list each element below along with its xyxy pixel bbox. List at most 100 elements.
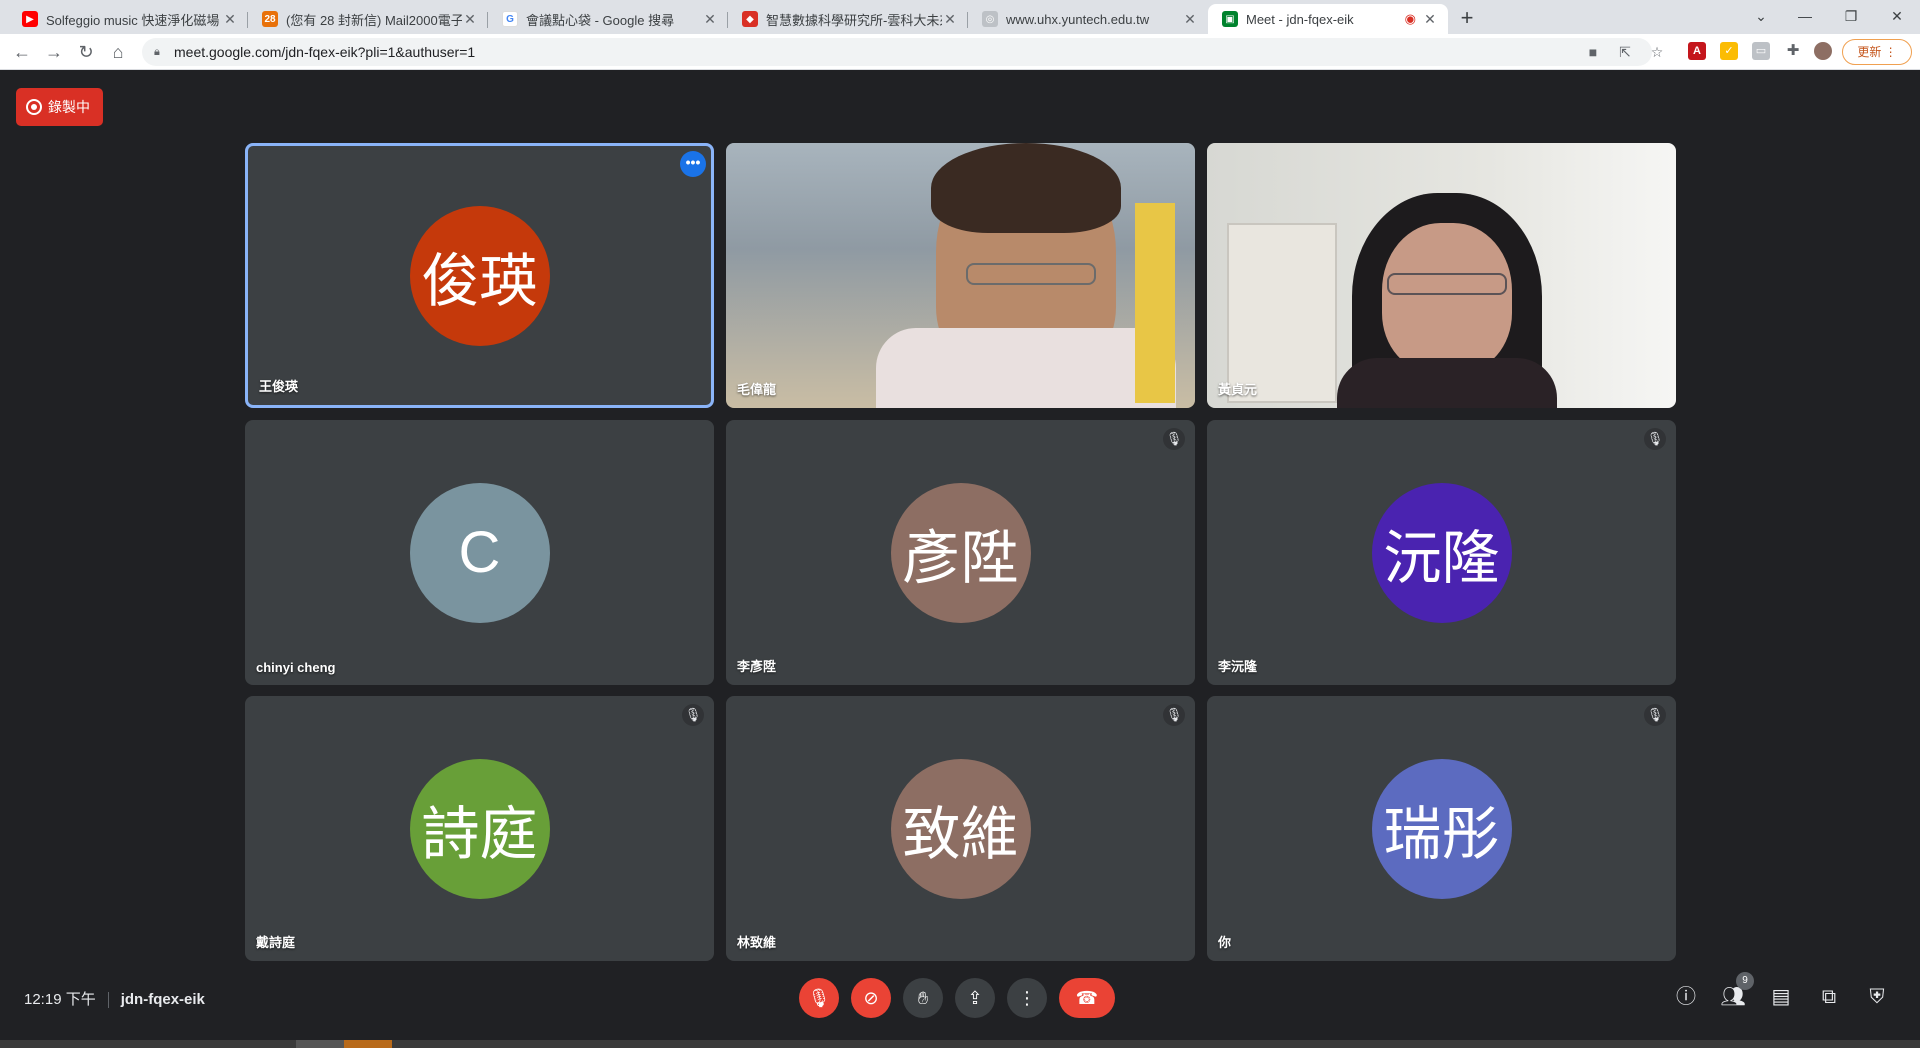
meet-icon: ▣	[1222, 11, 1238, 27]
mic-off-icon: 🎙︎	[1644, 428, 1666, 450]
home-icon[interactable]: ⌂	[104, 38, 132, 66]
mic-off-icon: 🎙︎	[1163, 704, 1185, 726]
tab-search-button[interactable]: ⌄	[1738, 0, 1784, 34]
participant-tile[interactable]: 🎙︎ 沅隆 李沅隆	[1207, 420, 1676, 685]
open-in-app-icon[interactable]: ⇱	[1616, 43, 1634, 61]
tab-strip: ▶ Solfeggio music 快速淨化磁場 ✕ 28 (您有 28 封新信…	[0, 0, 1920, 34]
recording-badge[interactable]: 錄製中	[16, 88, 103, 126]
tab-yuntech[interactable]: ◆ 智慧數據科學研究所-雲科大未來 ✕	[728, 4, 968, 34]
reload-icon[interactable]: ↻	[72, 38, 100, 66]
close-icon[interactable]: ✕	[462, 11, 478, 28]
avatar: 詩庭	[409, 758, 550, 899]
recording-label: 錄製中	[48, 99, 90, 115]
tab-title: (您有 28 封新信) Mail2000電子郵	[286, 12, 462, 28]
taskbar	[0, 1040, 1920, 1048]
meet-stage: 錄製中 俊瑛 ••• 王俊瑛 毛偉龍 黃貞元 C chinyi cheng 🎙︎…	[0, 70, 1920, 1040]
back-icon[interactable]: ←	[8, 38, 36, 66]
address-bar[interactable]: 🔒︎ meet.google.com/jdn-fqex-eik?pli=1&au…	[142, 38, 1652, 66]
participant-tile[interactable]: 🎙︎ 彥陞 李彥陞	[726, 420, 1195, 685]
meeting-code: jdn-fqex-eik	[120, 991, 205, 1008]
more-options-button[interactable]: ⋮	[1007, 978, 1047, 1018]
participant-tile[interactable]: 🎙︎ 詩庭 戴詩庭	[245, 696, 714, 961]
avatar: 致維	[890, 758, 1031, 899]
participant-tile[interactable]: 🎙︎ 瑞彤 你	[1207, 696, 1676, 961]
meeting-time: 12:19 下午	[24, 991, 96, 1008]
participant-name: 李彥陞	[737, 659, 777, 674]
profile-avatar[interactable]	[1814, 42, 1832, 60]
leave-call-button[interactable]: ☎︎	[1059, 978, 1115, 1018]
tab-google-search[interactable]: G 會議點心袋 - Google 搜尋 ✕	[488, 4, 728, 34]
tab-title: www.uhx.yuntech.edu.tw	[1006, 11, 1150, 27]
participant-name: 戴詩庭	[256, 935, 296, 950]
close-icon[interactable]: ✕	[1422, 11, 1438, 28]
update-label: 更新	[1857, 45, 1882, 59]
chat-icon[interactable]: ▤	[1766, 982, 1796, 1012]
tab-mail[interactable]: 28 (您有 28 封新信) Mail2000電子郵 ✕	[248, 4, 488, 34]
globe-icon: ◎	[982, 11, 998, 27]
activities-icon[interactable]: ⧉	[1814, 982, 1844, 1012]
participant-tile[interactable]: 俊瑛 ••• 王俊瑛	[245, 143, 714, 408]
tab-uhx[interactable]: ◎ www.uhx.yuntech.edu.tw ✕	[968, 4, 1208, 34]
participant-tile[interactable]: 黃貞元	[1207, 143, 1676, 408]
new-tab-button[interactable]: +	[1454, 6, 1480, 32]
present-screen-button[interactable]: ⇪	[955, 978, 995, 1018]
participant-name: 李沅隆	[1218, 659, 1258, 674]
camera-toggle-button[interactable]: ⊘	[851, 978, 891, 1018]
close-icon[interactable]: ✕	[942, 11, 958, 28]
google-icon: G	[502, 11, 518, 27]
mic-toggle-button[interactable]: 🎙︎	[799, 978, 839, 1018]
avatar: 瑞彤	[1371, 758, 1512, 899]
extension-icon[interactable]: ▭	[1752, 42, 1770, 60]
calendar-icon: 28	[262, 11, 278, 27]
participant-name: 王俊瑛	[259, 379, 299, 394]
browser-toolbar: ← → ↻ ⌂ 🔒︎ meet.google.com/jdn-fqex-eik?…	[0, 34, 1920, 70]
video-feed	[726, 143, 1195, 408]
more-options-icon[interactable]: •••	[680, 151, 706, 177]
participant-name: 毛偉龍	[737, 382, 777, 397]
maximize-button[interactable]: ❐	[1828, 0, 1874, 34]
participant-tile[interactable]: 🎙︎ 致維 林致維	[726, 696, 1195, 961]
mic-off-icon: 🎙︎	[1163, 428, 1185, 450]
close-icon[interactable]: ✕	[1182, 11, 1198, 28]
close-icon[interactable]: ✕	[222, 11, 238, 28]
meeting-info: 12:19 下午 jdn-fqex-eik	[24, 988, 205, 1009]
avatar: 沅隆	[1371, 482, 1512, 623]
bookmark-star-icon[interactable]: ☆	[1648, 43, 1666, 61]
participant-tile[interactable]: C chinyi cheng	[245, 420, 714, 685]
participant-name: 你	[1218, 935, 1232, 950]
tab-title: Solfeggio music 快速淨化磁場	[46, 12, 220, 28]
url-text: meet.google.com/jdn-fqex-eik?pli=1&authu…	[174, 44, 476, 60]
participant-tile[interactable]: 毛偉龍	[726, 143, 1195, 408]
recording-indicator-icon: ◉	[1404, 11, 1416, 26]
mic-off-icon: 🎙︎	[682, 704, 704, 726]
update-button[interactable]: 更新 ⋮	[1842, 39, 1912, 65]
meeting-details-icon[interactable]: ⓘ	[1671, 982, 1701, 1012]
host-controls-icon[interactable]: ⛨	[1862, 982, 1892, 1012]
tab-youtube[interactable]: ▶ Solfeggio music 快速淨化磁場 ✕	[8, 4, 248, 34]
site-icon: ◆	[742, 11, 758, 27]
camera-icon[interactable]: ■	[1584, 43, 1602, 61]
extension-icon[interactable]: ✓	[1720, 42, 1738, 60]
tab-title: 智慧數據科學研究所-雲科大未來	[766, 12, 942, 28]
participant-count-badge: 9	[1736, 972, 1754, 990]
meeting-controls-bar: 12:19 下午 jdn-fqex-eik 🎙︎ ⊘ ✋︎ ⇪ ⋮ ☎︎ ⓘ 👥︎…	[0, 960, 1920, 1040]
participant-name: 林致維	[737, 935, 777, 950]
tab-meet[interactable]: ▣ Meet - jdn-fqex-eik ◉ ✕	[1208, 4, 1448, 34]
puzzle-icon[interactable]: ✚	[1784, 42, 1802, 60]
minimize-button[interactable]: —	[1782, 0, 1828, 34]
raise-hand-button[interactable]: ✋︎	[903, 978, 943, 1018]
participant-name: 黃貞元	[1218, 382, 1258, 397]
forward-icon[interactable]: →	[40, 38, 68, 66]
participant-name: chinyi cheng	[256, 660, 336, 675]
close-icon[interactable]: ✕	[702, 11, 718, 28]
youtube-icon: ▶	[22, 11, 38, 27]
mic-off-icon: 🎙︎	[1644, 704, 1666, 726]
tab-title: Meet - jdn-fqex-eik	[1246, 11, 1354, 27]
video-feed	[1207, 143, 1676, 408]
record-icon	[26, 99, 42, 115]
avatar: 彥陞	[890, 482, 1031, 623]
window-close-button[interactable]: ✕	[1874, 0, 1920, 34]
lock-icon: 🔒︎	[154, 46, 160, 58]
tab-title: 會議點心袋 - Google 搜尋	[526, 12, 675, 28]
pdf-extension-icon[interactable]: A	[1688, 42, 1706, 60]
